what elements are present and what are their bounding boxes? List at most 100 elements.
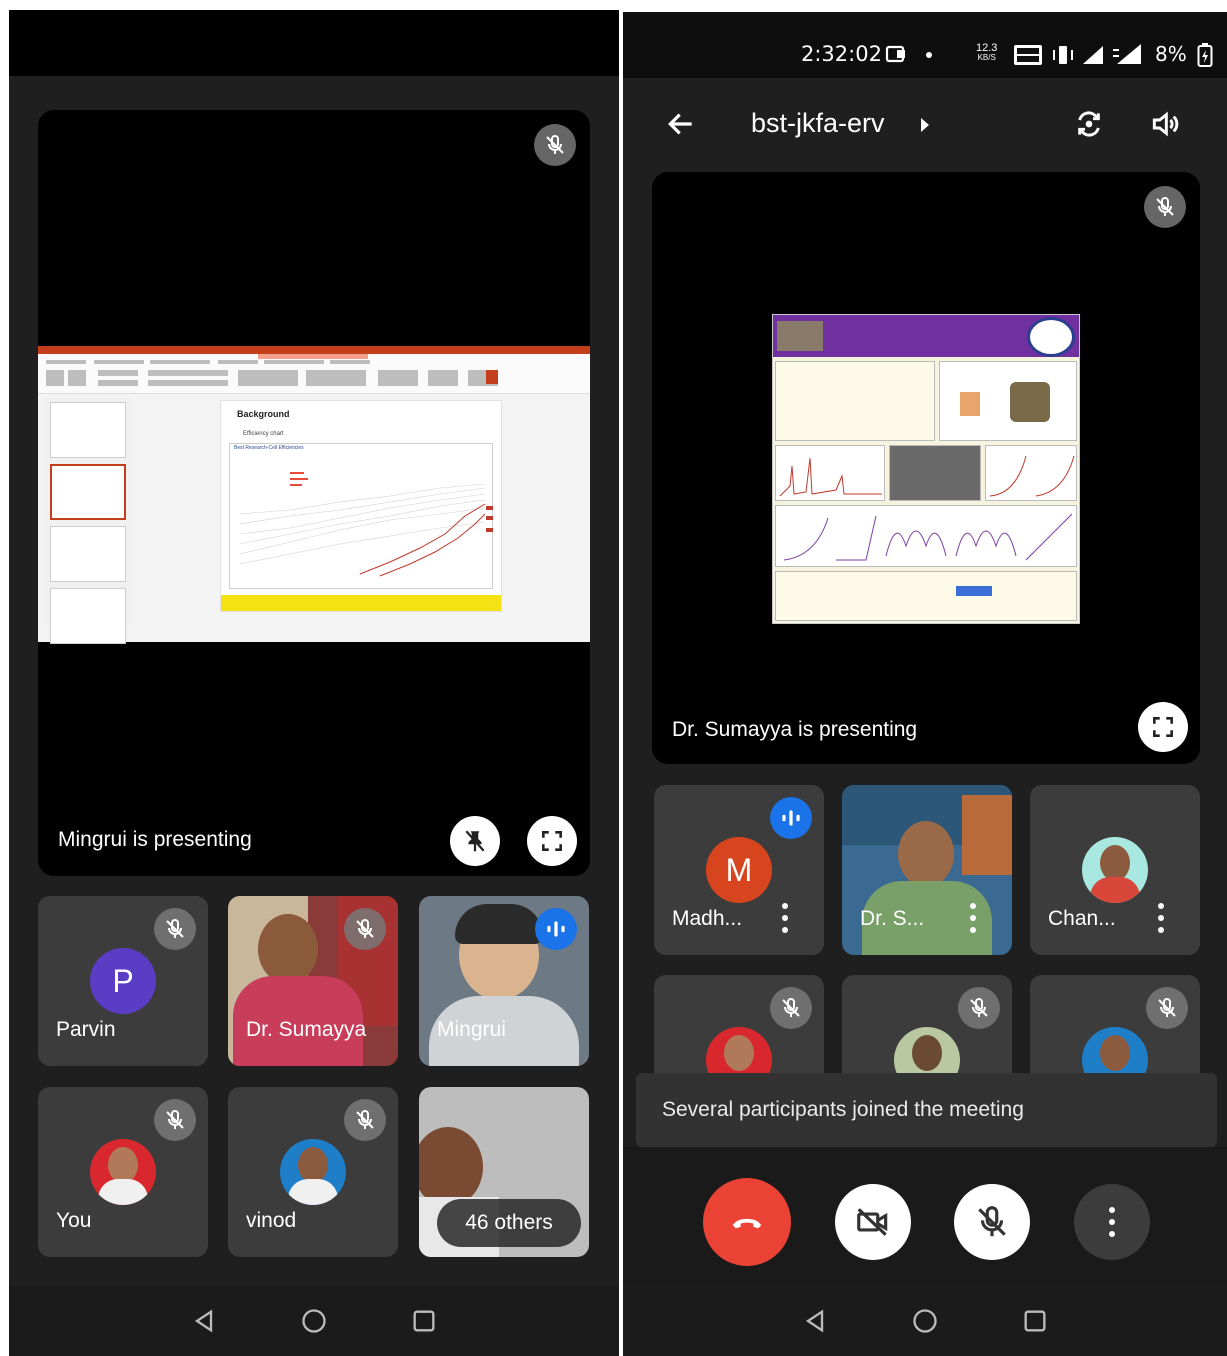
slide-thumbnail[interactable]: [50, 526, 126, 582]
avatar-photo: [288, 1179, 338, 1205]
presenter-label: Mingrui is presenting: [58, 828, 252, 851]
nav-home-icon[interactable]: [300, 1307, 328, 1335]
meeting-details-arrow-icon[interactable]: [919, 116, 931, 134]
more-vert-icon[interactable]: [780, 903, 790, 933]
android-nav-bar: [623, 1286, 1227, 1356]
avatar-photo: [298, 1147, 328, 1183]
participant-tile-chan[interactable]: Chan...: [1030, 785, 1200, 955]
camera-off-icon: [857, 1208, 888, 1236]
speaker-button[interactable]: [1147, 106, 1183, 142]
poster-button: [956, 586, 992, 596]
participant-tile-dr-s[interactable]: Dr. S...: [842, 785, 1012, 955]
vibrate-icon: [1053, 46, 1073, 64]
presentation-stage[interactable]: Dr. Sumayya is presenting: [652, 172, 1200, 764]
avatar-photo: [108, 1147, 138, 1183]
fullscreen-icon: [542, 831, 562, 851]
participant-tile-dr-sumayya[interactable]: Dr. Sumayya: [228, 896, 398, 1066]
speaker-icon: [1152, 111, 1179, 137]
slide-thumbnail[interactable]: [50, 588, 126, 644]
mic-off-icon: [770, 987, 812, 1029]
mic-off-icon: [344, 1099, 386, 1141]
participant-tile-parvin[interactable]: P Parvin: [38, 896, 208, 1066]
nav-recents-icon[interactable]: [410, 1307, 438, 1335]
avatar: [280, 1139, 346, 1205]
poster-photo: [777, 321, 823, 351]
fullscreen-button[interactable]: [1138, 702, 1188, 752]
participant-tile-others[interactable]: 46 others: [419, 1087, 589, 1257]
others-count-chip[interactable]: 46 others: [437, 1199, 581, 1247]
avatar-photo: [1100, 845, 1130, 881]
participant-tile-vinod[interactable]: vinod: [228, 1087, 398, 1257]
video-background: [962, 795, 1012, 875]
fullscreen-button[interactable]: [527, 816, 577, 866]
presentation-stage[interactable]: Background Efficiency chart Best Researc…: [38, 110, 590, 876]
screen-record-icon: [885, 45, 905, 63]
slide-thumbnail[interactable]: [50, 402, 126, 458]
avatar-photo: [724, 1035, 754, 1071]
4g-signal-icon: [1113, 44, 1141, 64]
battery-percent: 8%: [1155, 42, 1187, 66]
mic-off-icon: [958, 987, 1000, 1029]
slide-thumbnails: [46, 398, 130, 644]
nav-back-icon[interactable]: [190, 1307, 218, 1335]
status-bar: [9, 10, 619, 76]
slide-thumbnail-selected[interactable]: [50, 464, 126, 520]
pin-off-icon: [465, 830, 485, 852]
avatar-photo: [1100, 1035, 1130, 1071]
video-person-hair: [455, 904, 543, 944]
mic-off-icon: [154, 908, 196, 950]
back-button[interactable]: [663, 106, 699, 142]
switch-camera-icon: [1078, 111, 1100, 137]
left-phone-screen: Background Efficiency chart Best Researc…: [9, 10, 619, 1356]
participants-joined-toast: Several participants joined the meeting: [636, 1073, 1217, 1147]
participant-tile-you[interactable]: You: [38, 1087, 208, 1257]
poster-figure: [960, 392, 980, 416]
data-rate: 12.3 KB/S: [976, 43, 997, 63]
avatar: P: [90, 948, 156, 1014]
avatar-photo: [912, 1035, 942, 1071]
right-phone-screen: 2:32:02 12.3 KB/S 8% bst-jkfa-erv Dr. Su…: [623, 12, 1227, 1356]
more-options-button[interactable]: [1074, 1184, 1150, 1260]
participant-name: Madh...: [672, 907, 743, 930]
android-nav-bar: [9, 1286, 619, 1356]
nav-home-icon[interactable]: [911, 1307, 939, 1335]
nav-recents-icon[interactable]: [1021, 1307, 1049, 1335]
end-call-button[interactable]: [703, 1178, 791, 1266]
poster-section: [985, 445, 1077, 501]
battery-icon: [1197, 43, 1213, 67]
signal-icon: [1083, 46, 1103, 64]
video-person: [419, 1127, 483, 1207]
mic-off-icon: [978, 1206, 1006, 1237]
slide-bullet: Efficiency chart: [243, 431, 284, 437]
participant-name: vinod: [246, 1209, 297, 1232]
more-vert-icon[interactable]: [1156, 903, 1166, 933]
meeting-code[interactable]: bst-jkfa-erv: [751, 108, 885, 139]
participant-tile-madh[interactable]: M Madh...: [654, 785, 824, 955]
more-vert-icon[interactable]: [968, 903, 978, 933]
poster-section: [775, 505, 1077, 567]
camera-toggle-button[interactable]: [835, 1184, 911, 1260]
poster-section: [889, 445, 981, 501]
poster-section: [775, 361, 935, 441]
participant-name: Mingrui: [437, 1018, 506, 1041]
data-rate-unit: KB/S: [977, 53, 996, 62]
switch-camera-button[interactable]: [1071, 106, 1107, 142]
mic-toggle-button[interactable]: [954, 1184, 1030, 1260]
participant-tile-mingrui[interactable]: Mingrui: [419, 896, 589, 1066]
efficiency-chart: Best Research-Cell Efficiencies: [229, 443, 493, 589]
hang-up-icon: [732, 1218, 762, 1229]
poster-section: [939, 361, 1077, 441]
participant-name: Dr. Sumayya: [246, 1018, 367, 1041]
poster-section: [775, 571, 1077, 621]
more-vert-icon: [1107, 1207, 1117, 1237]
data-rate-value: 12.3: [976, 42, 998, 54]
back-arrow-icon: [668, 113, 692, 135]
voice-activity-icon: [535, 908, 577, 950]
mic-off-icon: [344, 908, 386, 950]
nav-back-icon[interactable]: [801, 1307, 829, 1335]
poster-section: [775, 445, 885, 501]
unpin-button[interactable]: [450, 816, 500, 866]
participant-name: You: [56, 1209, 92, 1232]
avatar: M: [706, 837, 772, 903]
participant-name: Parvin: [56, 1018, 116, 1041]
